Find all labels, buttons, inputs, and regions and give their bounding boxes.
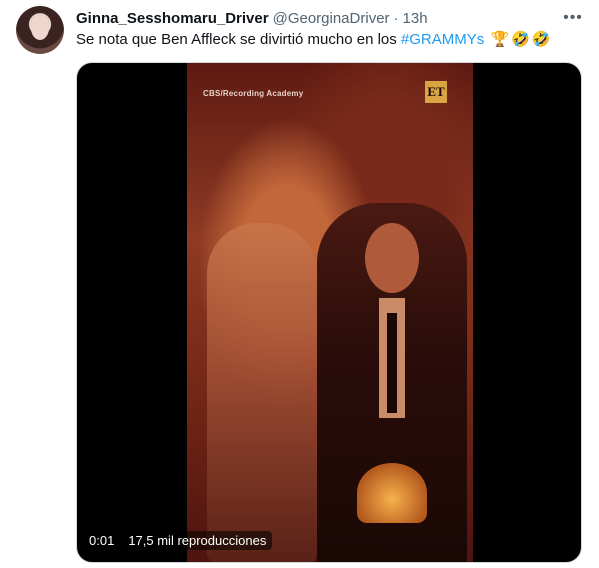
video-person-tie — [387, 313, 397, 413]
video-player[interactable]: CBS/Recording Academy ET 0:01 17,5 mil r… — [76, 62, 582, 563]
user-handle[interactable]: @GeorginaDriver — [273, 10, 390, 27]
timestamp[interactable]: 13h — [403, 10, 428, 27]
laughing-emoji: 🤣 — [531, 31, 551, 48]
video-centerpiece — [357, 463, 427, 523]
view-count: 17,5 mil reproducciones — [122, 531, 273, 550]
separator-dot: · — [393, 9, 399, 27]
video-person-woman — [207, 223, 317, 562]
more-options-button[interactable]: ••• — [563, 8, 583, 28]
display-name[interactable]: Ginna_Sesshomaru_Driver — [76, 10, 269, 27]
hashtag-link[interactable]: #GRAMMYs — [401, 31, 484, 48]
video-person-head — [365, 223, 419, 293]
laughing-emoji: 🤣 — [511, 31, 530, 48]
video-watermark: CBS/Recording Academy — [203, 89, 304, 98]
ellipsis-icon: ••• — [563, 9, 583, 26]
trophy-emoji: 🏆 — [490, 31, 510, 48]
avatar[interactable] — [16, 6, 64, 54]
avatar-face — [31, 16, 49, 40]
video-controls: 0:01 17,5 mil reproducciones — [89, 531, 273, 550]
tweet-header: Ginna_Sesshomaru_Driver @GeorginaDriver … — [76, 8, 583, 28]
video-elapsed-time: 0:01 — [89, 533, 115, 548]
video-frame[interactable]: CBS/Recording Academy ET — [187, 63, 473, 562]
et-logo: ET — [425, 81, 447, 103]
tweet-text: Se nota que Ben Affleck se divirtió much… — [76, 30, 583, 50]
tweet-text-body: Se nota que Ben Affleck se divirtió much… — [76, 31, 401, 48]
